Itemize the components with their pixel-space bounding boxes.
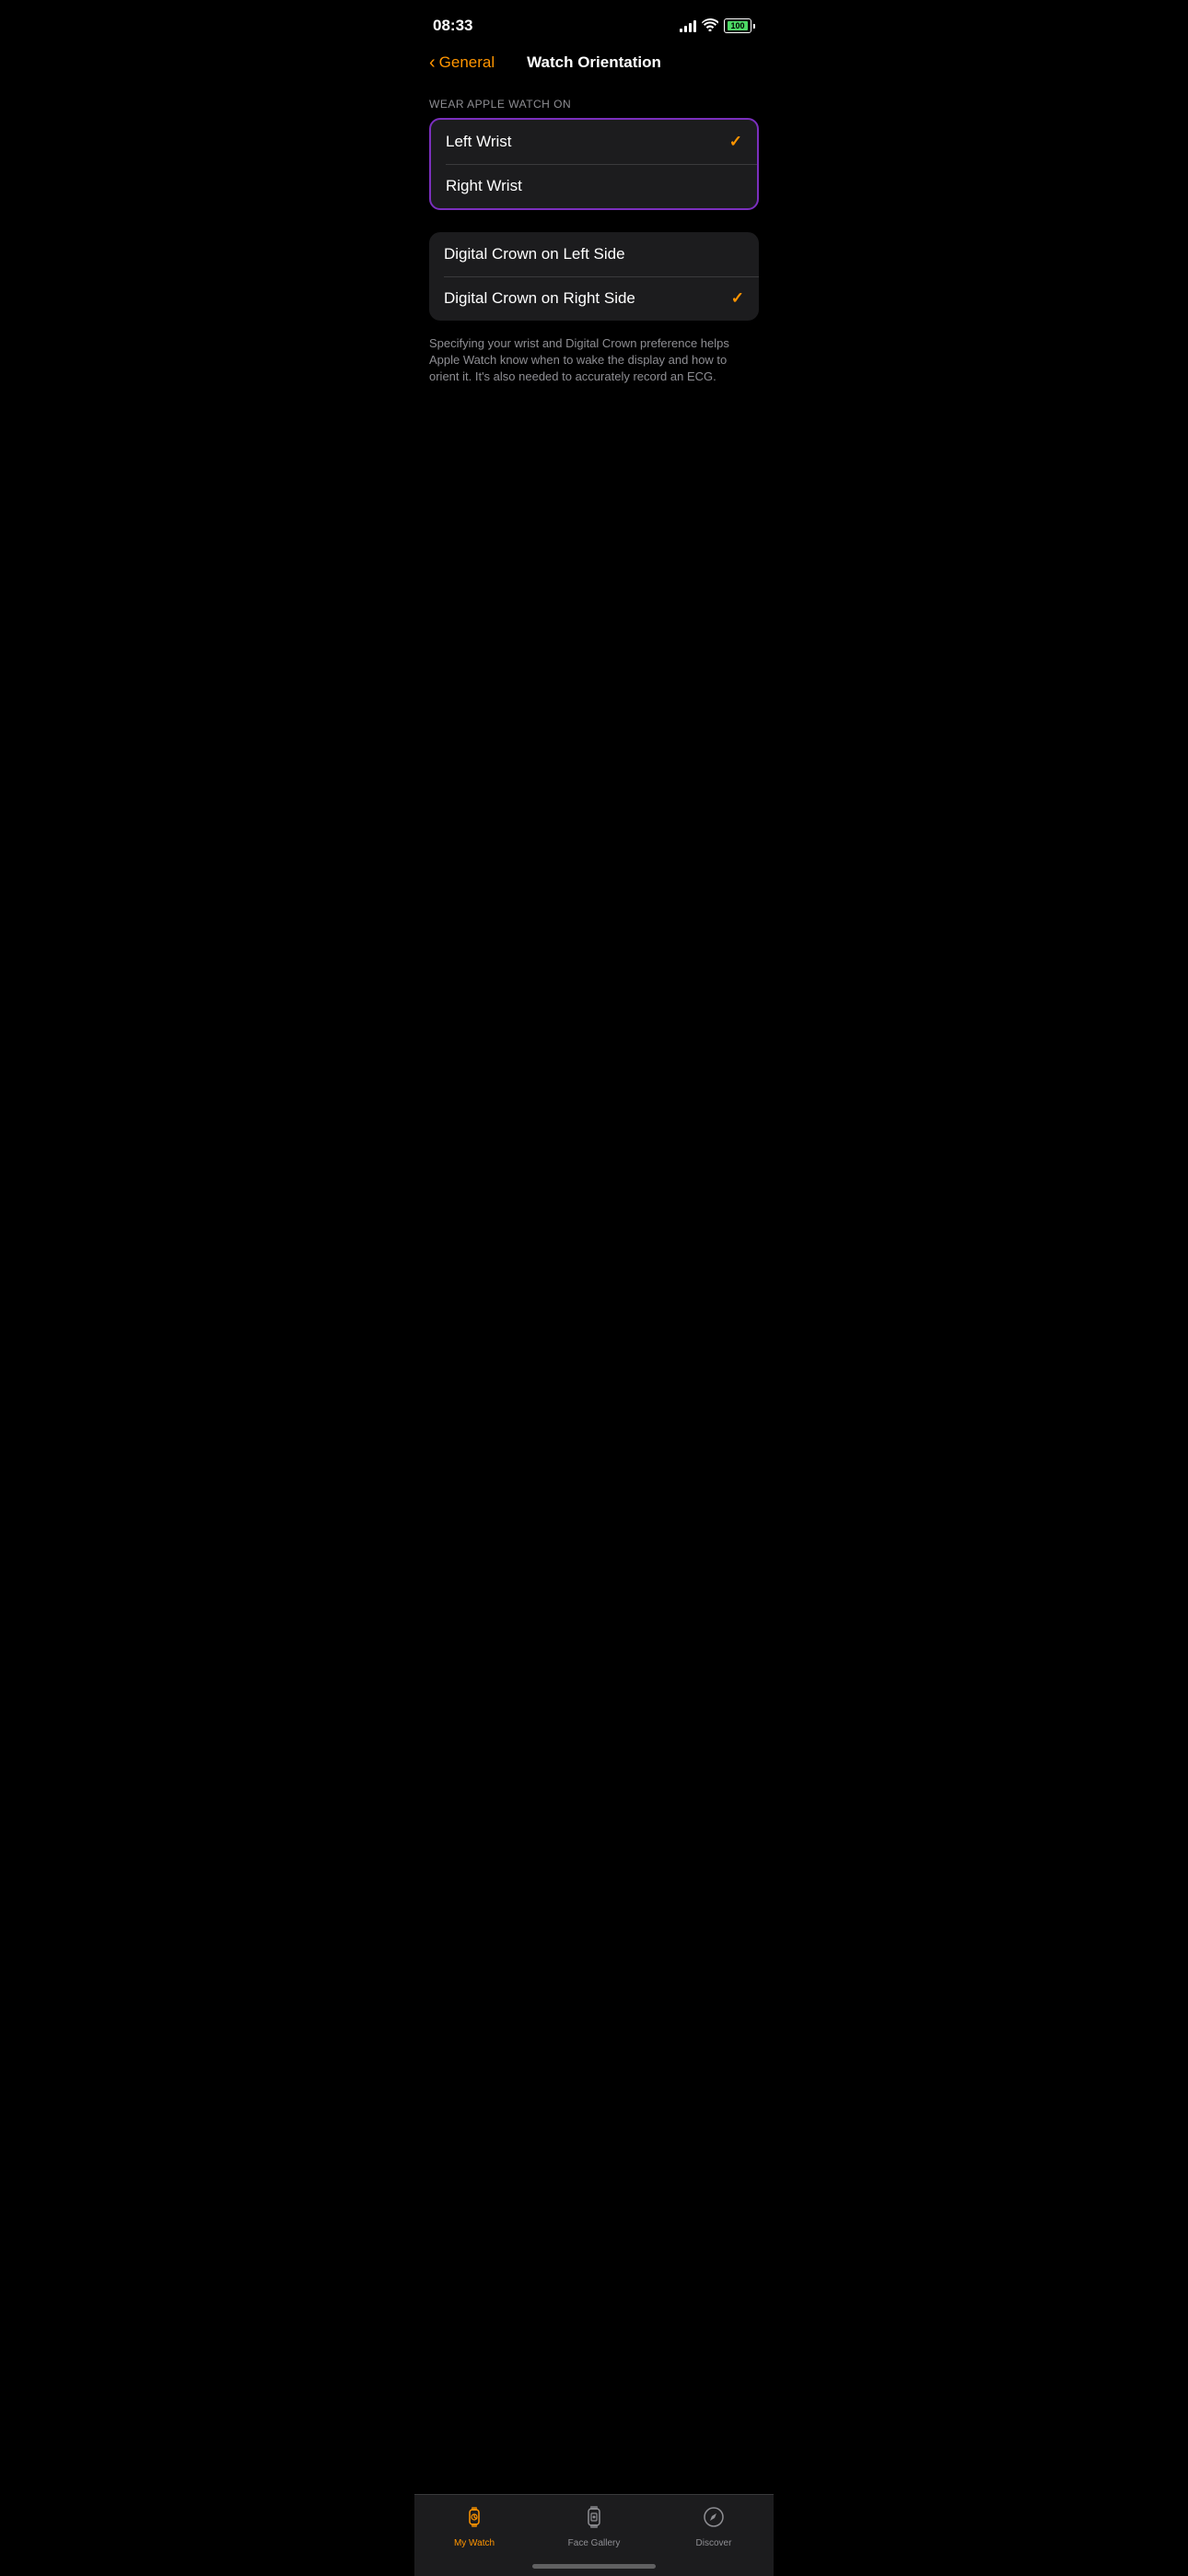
home-indicator bbox=[532, 2564, 656, 2569]
status-bar: 08:33 100 bbox=[414, 0, 774, 46]
crown-left-label: Digital Crown on Left Side bbox=[444, 245, 625, 263]
crown-options-group: Digital Crown on Left Side Digital Crown… bbox=[429, 232, 759, 321]
wrist-options-group: Left Wrist ✓ Right Wrist bbox=[429, 118, 759, 210]
back-label: General bbox=[439, 53, 495, 72]
discover-tab-label: Discover bbox=[696, 2538, 732, 2548]
back-chevron-icon: ‹ bbox=[429, 53, 436, 72]
nav-header: ‹ General Watch Orientation bbox=[414, 46, 774, 87]
crown-right-option[interactable]: Digital Crown on Right Side ✓ bbox=[429, 276, 759, 321]
helper-text: Specifying your wrist and Digital Crown … bbox=[414, 328, 774, 401]
face-gallery-icon bbox=[581, 2504, 607, 2535]
my-watch-icon bbox=[461, 2504, 487, 2535]
tab-face-gallery[interactable]: Face Gallery bbox=[534, 2504, 654, 2548]
crown-right-label: Digital Crown on Right Side bbox=[444, 289, 635, 308]
right-wrist-option[interactable]: Right Wrist bbox=[431, 164, 757, 208]
back-button[interactable]: ‹ General bbox=[429, 53, 495, 72]
status-icons: 100 bbox=[680, 18, 755, 34]
battery-icon: 100 bbox=[724, 18, 755, 33]
left-wrist-option[interactable]: Left Wrist ✓ bbox=[431, 120, 757, 164]
left-wrist-checkmark: ✓ bbox=[729, 133, 742, 151]
signal-icon bbox=[680, 19, 696, 32]
crown-right-checkmark: ✓ bbox=[731, 289, 744, 308]
tab-discover[interactable]: Discover bbox=[654, 2504, 774, 2548]
wifi-icon bbox=[702, 18, 718, 34]
page-title: Watch Orientation bbox=[527, 53, 661, 72]
discover-icon bbox=[701, 2504, 727, 2535]
face-gallery-tab-label: Face Gallery bbox=[568, 2538, 621, 2548]
status-time: 08:33 bbox=[433, 17, 472, 35]
right-wrist-label: Right Wrist bbox=[446, 177, 522, 195]
my-watch-tab-label: My Watch bbox=[454, 2538, 495, 2548]
wrist-section-label: WEAR APPLE WATCH ON bbox=[414, 87, 774, 118]
left-wrist-label: Left Wrist bbox=[446, 133, 511, 151]
tab-my-watch[interactable]: My Watch bbox=[414, 2504, 534, 2548]
crown-left-option[interactable]: Digital Crown on Left Side bbox=[429, 232, 759, 276]
